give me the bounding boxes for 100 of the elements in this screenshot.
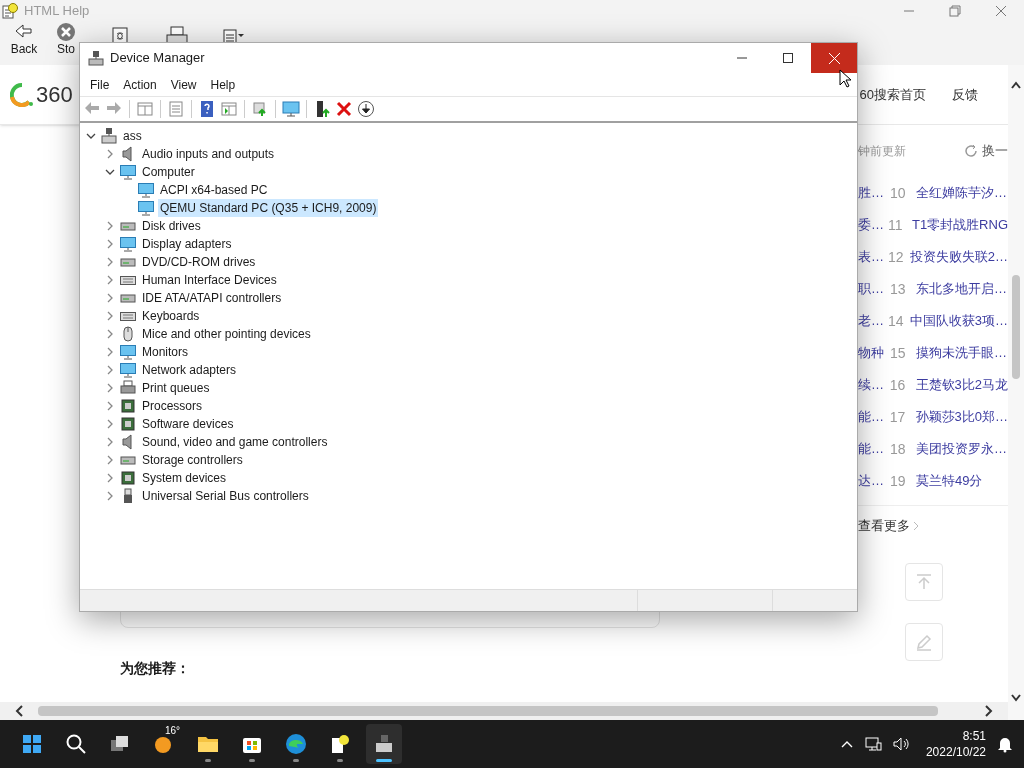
rank-number: 13 xyxy=(890,279,907,299)
news-link[interactable]: 王楚钦3比2马龙 xyxy=(915,375,1008,395)
temperature-text: 16° xyxy=(165,726,181,736)
update-note: 钟前更新 xyxy=(858,143,906,160)
pencil-icon xyxy=(915,633,933,651)
device-manager-icon xyxy=(88,50,104,66)
monitor-icon xyxy=(120,362,136,378)
notification-bell-icon[interactable] xyxy=(996,735,1014,753)
news-link[interactable]: 职… xyxy=(858,279,886,299)
tree-item[interactable]: QEMU Standard PC (Q35 + ICH9, 2009) xyxy=(158,199,379,217)
scroll-left-icon[interactable] xyxy=(14,705,24,717)
more-link[interactable]: 查看更多 xyxy=(858,515,910,536)
news-link[interactable]: 莫兰特49分 xyxy=(916,471,983,491)
taskbar-app-button[interactable]: 16° xyxy=(146,724,182,764)
active-indicator xyxy=(376,759,392,762)
menu-item[interactable]: Help xyxy=(203,75,243,94)
refresh-button[interactable]: 换一 xyxy=(964,141,1008,161)
tree-item[interactable]: Network adapters xyxy=(140,361,239,379)
scrollbar-thumb[interactable] xyxy=(38,706,938,716)
restore-icon[interactable] xyxy=(949,5,961,17)
tree-item[interactable]: Human Interface Devices xyxy=(140,271,279,289)
tree-item[interactable]: IDE ATA/ATAPI controllers xyxy=(140,289,284,307)
news-link[interactable]: 老… xyxy=(858,311,884,331)
window-title: HTML Help xyxy=(24,2,90,21)
tree-item[interactable]: Audio inputs and outputs xyxy=(140,145,277,163)
scrollbar-thumb[interactable] xyxy=(1012,275,1020,379)
printer-icon xyxy=(120,380,136,396)
tree-item[interactable]: Mice and other pointing devices xyxy=(140,325,313,343)
news-link[interactable]: 达… xyxy=(858,471,886,491)
monitor-icon[interactable] xyxy=(282,100,300,118)
toolbar-button[interactable]: Back xyxy=(8,22,40,56)
close-icon[interactable] xyxy=(995,5,1007,17)
rank-number: 19 xyxy=(890,471,907,491)
section-heading: 为您推荐： xyxy=(120,659,191,678)
news-link[interactable]: 能… xyxy=(858,439,886,459)
clock[interactable]: 8:51 2022/10/22 xyxy=(925,728,986,760)
news-link[interactable]: 孙颖莎3比0郑… xyxy=(915,407,1008,427)
help-icon[interactable] xyxy=(198,100,216,118)
download-icon[interactable] xyxy=(357,100,375,118)
monitor-icon xyxy=(138,182,154,198)
tree-item[interactable]: Universal Serial Bus controllers xyxy=(140,487,311,505)
logo-text: 360 xyxy=(36,81,73,109)
maximize-icon xyxy=(783,53,793,63)
tree-item[interactable]: System devices xyxy=(140,469,229,487)
news-link[interactable]: 东北多地开启… xyxy=(916,279,1007,299)
network-icon[interactable] xyxy=(863,735,882,753)
chip-icon xyxy=(120,398,136,414)
stop-icon xyxy=(56,22,76,42)
rank-number: 17 xyxy=(889,407,907,427)
tree-item[interactable]: DVD/CD-ROM drives xyxy=(140,253,258,271)
scroll-right-icon[interactable] xyxy=(984,705,994,717)
mouse-icon xyxy=(120,326,136,342)
menu-item[interactable]: View xyxy=(163,75,204,94)
news-link[interactable]: 委… xyxy=(858,215,884,235)
tree-item[interactable]: Keyboards xyxy=(140,307,202,325)
monitor-icon xyxy=(138,200,154,216)
window-icon[interactable] xyxy=(136,100,154,118)
news-link[interactable]: 中国队收获3项… xyxy=(909,311,1008,331)
menu-item[interactable]: File xyxy=(83,75,117,94)
menu-item[interactable]: Action xyxy=(116,75,164,94)
window-icon[interactable] xyxy=(220,100,238,118)
logo-icon xyxy=(10,82,34,107)
running-indicator xyxy=(249,759,255,762)
mouse-cursor-icon xyxy=(839,69,852,88)
chip-icon xyxy=(120,416,136,432)
tree-item[interactable]: ass xyxy=(121,127,144,145)
news-link[interactable]: 全红婵陈芋汐… xyxy=(916,183,1007,203)
running-indicator xyxy=(337,759,343,762)
tree-item[interactable]: Software devices xyxy=(140,415,236,433)
computer-icon xyxy=(101,128,117,144)
news-link[interactable]: 能… xyxy=(858,407,886,427)
news-link[interactable]: T1零封战胜RNG xyxy=(911,215,1008,235)
tree-item[interactable]: Computer xyxy=(140,163,197,181)
news-link[interactable]: 美团投资罗永… xyxy=(916,439,1007,459)
minimize-icon xyxy=(737,57,747,59)
monitor-icon xyxy=(120,236,136,252)
tree-item[interactable]: Display adapters xyxy=(140,235,234,253)
rank-number: 12 xyxy=(888,247,905,267)
news-link[interactable]: 投资失败失联2… xyxy=(909,247,1008,267)
start-button[interactable] xyxy=(20,732,44,756)
taskbar-app-button[interactable] xyxy=(366,724,402,764)
news-link[interactable]: 摸狗未洗手眼… xyxy=(916,343,1007,363)
tree-item[interactable]: Monitors xyxy=(140,343,190,361)
delete-icon[interactable] xyxy=(335,100,353,118)
tree-item[interactable]: Sound, video and game controllers xyxy=(140,433,330,451)
news-link[interactable]: 表… xyxy=(858,247,884,267)
tree-item[interactable]: Print queues xyxy=(140,379,212,397)
news-link[interactable]: 胜… xyxy=(858,183,886,203)
tree-item[interactable]: Disk drives xyxy=(140,217,203,235)
nav-link[interactable]: 60搜索首页 xyxy=(859,84,926,105)
nav-link[interactable]: 反馈 xyxy=(952,84,978,105)
news-link[interactable]: 物种 xyxy=(858,343,886,363)
tree-item[interactable]: Processors xyxy=(140,397,205,415)
rank-number: 10 xyxy=(890,183,907,203)
scroll-down-icon[interactable] xyxy=(1011,694,1021,702)
tree-item[interactable]: ACPI x64-based PC xyxy=(158,181,270,199)
tree-item[interactable]: Storage controllers xyxy=(140,451,245,469)
scroll-up-icon[interactable] xyxy=(1011,81,1021,89)
volume-icon[interactable] xyxy=(891,735,910,753)
news-link[interactable]: 续… xyxy=(858,375,886,395)
